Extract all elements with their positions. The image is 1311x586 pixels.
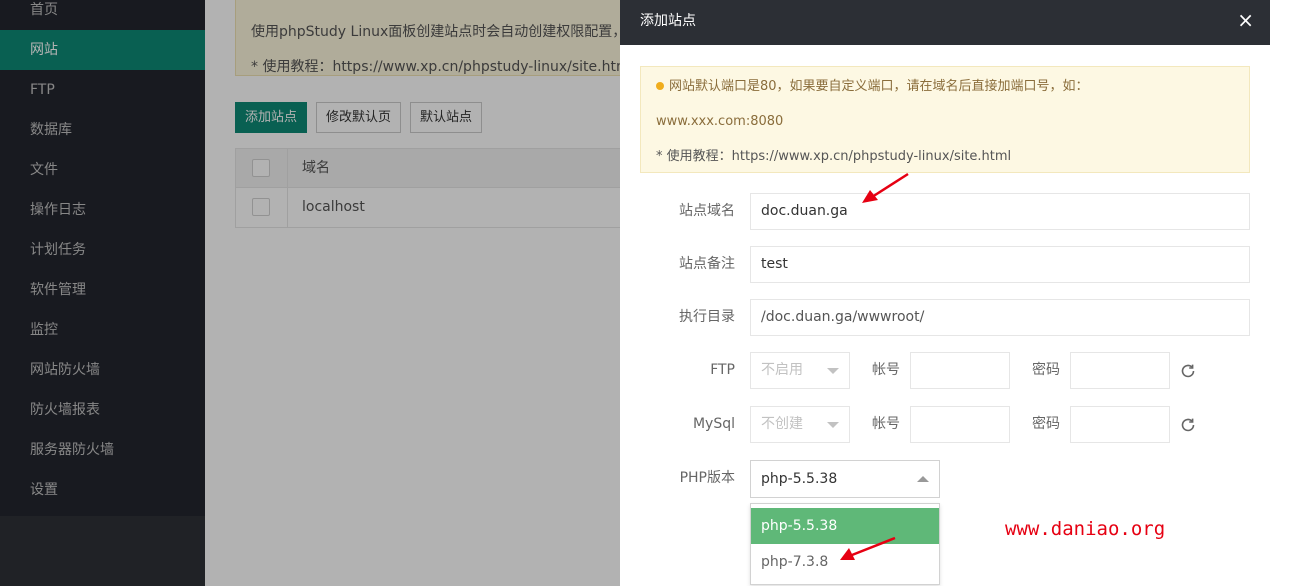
remark-label: 站点备注 bbox=[679, 256, 735, 272]
mysql-select[interactable]: 不创建 bbox=[750, 406, 850, 443]
mysql-label: MySql bbox=[692, 416, 735, 432]
ftp-row: FTP 不启用 帐号 密码 bbox=[620, 352, 1270, 389]
warning-dot-icon bbox=[656, 81, 664, 90]
port-tip-line3: * 使用教程：https://www.xp.cn/phpstudy-linux/… bbox=[656, 149, 1012, 164]
php-version-dropdown: php-5.5.38 php-7.3.8 bbox=[750, 503, 940, 585]
mysql-select-value: 不创建 bbox=[761, 416, 803, 432]
php-option-5-5-38[interactable]: php-5.5.38 bbox=[751, 508, 939, 544]
php-version-select[interactable]: php-5.5.38 bbox=[750, 460, 940, 498]
refresh-icon[interactable] bbox=[1179, 362, 1197, 380]
domain-row: 站点域名 doc.duan.ga bbox=[620, 193, 1270, 230]
dialog-title: 添加站点 bbox=[640, 13, 696, 29]
close-icon[interactable]: × bbox=[1237, 0, 1254, 40]
php-version-label: PHP版本 bbox=[679, 470, 735, 486]
page-right-edge bbox=[1270, 0, 1311, 586]
mysql-account-label: 帐号 bbox=[872, 416, 900, 432]
php-row: PHP版本 bbox=[620, 460, 1270, 497]
chevron-down-icon bbox=[827, 422, 839, 428]
ftp-password-input[interactable] bbox=[1070, 352, 1170, 389]
domain-input[interactable]: doc.duan.ga bbox=[750, 193, 1250, 230]
mysql-row: MySql 不创建 帐号 密码 bbox=[620, 406, 1270, 443]
ftp-password-label: 密码 bbox=[1032, 362, 1060, 378]
chevron-up-icon bbox=[917, 476, 929, 482]
root-dir-input[interactable]: /doc.duan.ga/wwwroot/ bbox=[750, 299, 1250, 336]
domain-label: 站点域名 bbox=[679, 203, 735, 219]
dialog-header: 添加站点 × bbox=[620, 0, 1270, 45]
chevron-down-icon bbox=[827, 368, 839, 374]
port-tip: 网站默认端口是80，如果要自定义端口，请在域名后直接加端口号，如： www.xx… bbox=[640, 66, 1250, 173]
remark-row: 站点备注 test bbox=[620, 246, 1270, 283]
mysql-password-input[interactable] bbox=[1070, 406, 1170, 443]
root-dir-row: 执行目录 /doc.duan.ga/wwwroot/ bbox=[620, 299, 1270, 336]
port-tip-line1: 网站默认端口是80，如果要自定义端口，请在域名后直接加端口号，如： bbox=[669, 79, 1089, 94]
add-site-dialog: 添加站点 × 网站默认端口是80，如果要自定义端口，请在域名后直接加端口号，如：… bbox=[620, 0, 1270, 586]
mysql-password-label: 密码 bbox=[1032, 416, 1060, 432]
ftp-select-value: 不启用 bbox=[761, 362, 803, 378]
ftp-select[interactable]: 不启用 bbox=[750, 352, 850, 389]
refresh-icon[interactable] bbox=[1179, 416, 1197, 434]
watermark: www.daniao.org bbox=[1005, 518, 1166, 540]
ftp-account-input[interactable] bbox=[910, 352, 1010, 389]
php-option-7-3-8[interactable]: php-7.3.8 bbox=[751, 544, 939, 580]
root-dir-label: 执行目录 bbox=[679, 309, 735, 325]
remark-input[interactable]: test bbox=[750, 246, 1250, 283]
ftp-account-label: 帐号 bbox=[872, 362, 900, 378]
mysql-account-input[interactable] bbox=[910, 406, 1010, 443]
ftp-label: FTP bbox=[710, 362, 735, 378]
port-tip-line2: www.xxx.com:8080 bbox=[656, 114, 784, 129]
php-version-value: php-5.5.38 bbox=[761, 471, 838, 487]
